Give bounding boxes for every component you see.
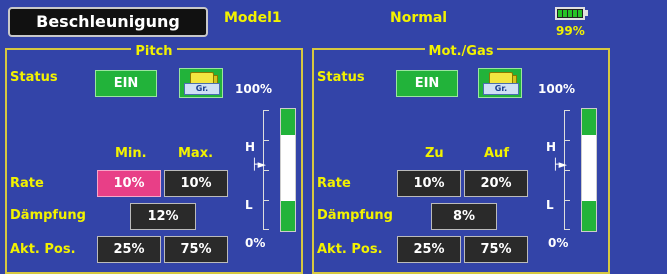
gas-h-label: H <box>546 140 557 154</box>
pitch-position-arrow-icon: ├► <box>251 158 267 171</box>
gas-col-auf: Auf <box>484 146 509 161</box>
gas-col-zu: Zu <box>425 146 444 161</box>
gas-rate-zu-button[interactable]: 10% <box>397 170 461 197</box>
pitch-panel: Pitch Status EIN Gr. 100% Min. Max. Rate… <box>5 44 303 274</box>
pitch-position-min: 25% <box>97 236 161 263</box>
pitch-rate-min-button[interactable]: 10% <box>97 170 161 197</box>
gas-l-label: L <box>546 198 554 212</box>
gas-group-label: Gr. <box>483 83 519 95</box>
gas-position-arrow-icon: ├► <box>552 158 568 171</box>
pitch-l-label: L <box>245 198 253 212</box>
gas-damping-label: Dämpfung <box>317 208 393 223</box>
gas-group-button[interactable]: Gr. <box>478 68 522 98</box>
pitch-top-pct: 100% <box>235 82 273 96</box>
pitch-position-label: Akt. Pos. <box>10 242 76 257</box>
pitch-h-label: H <box>245 140 256 154</box>
pitch-group-label: Gr. <box>184 83 220 95</box>
battery-percent: 99% <box>556 24 585 38</box>
gas-panel-title: Mot./Gas <box>424 44 498 59</box>
pitch-status-button[interactable]: EIN <box>95 70 157 97</box>
battery-nub <box>585 10 588 16</box>
gas-rate-auf-button[interactable]: 20% <box>464 170 528 197</box>
pitch-damping-label: Dämpfung <box>10 208 86 223</box>
screen-title-button[interactable]: Beschleunigung <box>8 7 208 37</box>
pitch-group-button[interactable]: Gr. <box>179 68 223 98</box>
pitch-damping-button[interactable]: 12% <box>130 203 196 230</box>
pitch-rate-max-button[interactable]: 10% <box>164 170 228 197</box>
gas-position-auf: 75% <box>464 236 528 263</box>
gas-rate-label: Rate <box>317 176 351 191</box>
pitch-col-max: Max. <box>178 146 214 161</box>
pitch-curve-bar <box>280 108 296 232</box>
pitch-bottom-pct: 0% <box>245 236 266 250</box>
model-name: Model1 <box>224 10 282 26</box>
pitch-panel-title: Pitch <box>131 44 177 59</box>
gas-position-label: Akt. Pos. <box>317 242 383 257</box>
pitch-position-max: 75% <box>164 236 228 263</box>
gas-top-pct: 100% <box>538 82 576 96</box>
gas-damping-button[interactable]: 8% <box>431 203 497 230</box>
pitch-col-min: Min. <box>115 146 147 161</box>
gas-panel: Mot./Gas Status EIN Gr. 100% Zu Auf Rate… <box>312 44 610 274</box>
gas-status-button[interactable]: EIN <box>396 70 458 97</box>
gas-status-label: Status <box>317 70 365 85</box>
flight-mode: Normal <box>390 10 448 26</box>
gas-curve-bar <box>581 108 597 232</box>
gas-position-zu: 25% <box>397 236 461 263</box>
gas-bottom-pct: 0% <box>548 236 569 250</box>
pitch-rate-label: Rate <box>10 176 44 191</box>
battery-icon <box>555 7 585 20</box>
pitch-status-label: Status <box>10 70 58 85</box>
